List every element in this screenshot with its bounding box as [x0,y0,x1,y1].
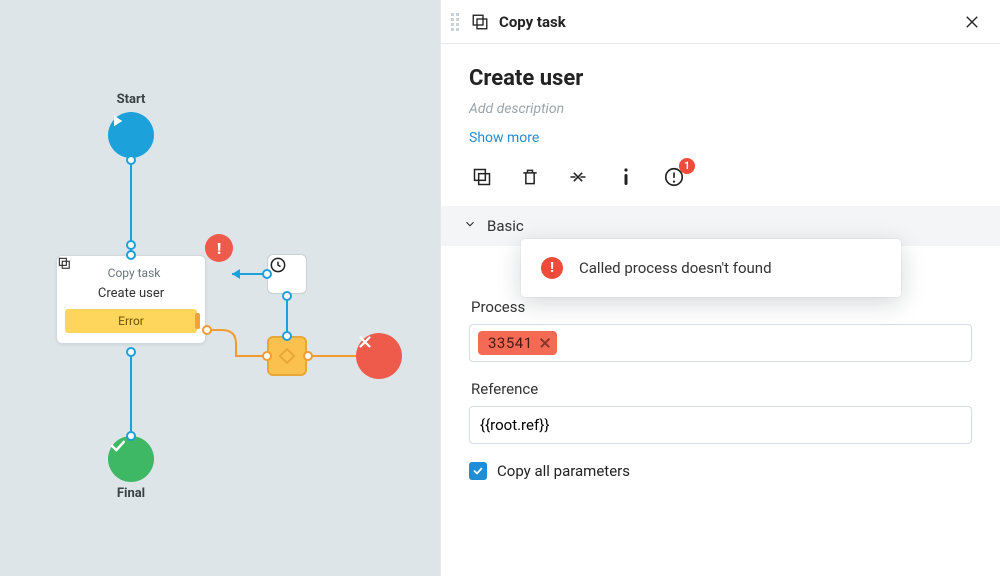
port[interactable] [282,291,292,301]
task-title: Create user [57,286,205,301]
port[interactable] [126,240,136,250]
error-icon: ! [541,257,563,279]
port[interactable] [126,155,136,165]
description-input[interactable]: Add description [469,101,972,117]
task-node-copy-task[interactable]: Copy task Create user Error [56,255,206,344]
port[interactable] [126,347,136,357]
error-port[interactable] [202,325,212,335]
error-end-node[interactable] [356,333,402,379]
error-tooltip-text: Called process doesn't found [579,259,772,277]
chip-remove-icon[interactable] [539,337,551,349]
reference-label: Reference [471,380,972,398]
port[interactable] [282,331,292,341]
workflow-canvas[interactable]: Start Copy task Create user Error ! Fina… [0,0,440,576]
condition-node[interactable] [267,336,307,376]
panel-toolbar: 1 [469,164,972,206]
drag-handle-icon[interactable] [449,13,461,31]
panel-header-title: Copy task [499,13,566,31]
process-chip-value: 33541 [488,334,533,352]
process-label: Process [471,298,972,316]
port[interactable] [126,250,136,260]
errors-button[interactable]: 1 [663,166,685,188]
details-panel: Copy task Create user Add description Sh… [440,0,1000,576]
alert-icon: ! [205,234,233,262]
error-tooltip: ! Called process doesn't found [521,239,901,297]
copy-task-icon [471,13,489,31]
delay-node[interactable] [267,254,307,294]
start-label: Start [117,92,146,107]
task-title: Create user [469,66,972,91]
error-count-badge: 1 [679,158,695,174]
reference-input[interactable] [478,415,963,435]
process-field[interactable]: 33541 [469,324,972,362]
port[interactable] [262,351,272,361]
reference-field[interactable] [469,406,972,444]
disconnect-button[interactable] [567,166,589,188]
port[interactable] [262,269,272,279]
copy-all-parameters-row[interactable]: Copy all parameters [469,462,972,480]
port[interactable] [126,431,136,441]
process-chip[interactable]: 33541 [478,331,557,355]
task-type-label: Copy task [108,266,161,280]
final-node[interactable] [108,436,154,482]
final-label: Final [117,486,145,501]
panel-header: Copy task [441,0,1000,44]
port[interactable] [303,351,313,361]
copy-all-checkbox[interactable] [469,462,487,480]
section-basic-label: Basic [487,217,524,235]
chevron-down-icon [463,217,477,235]
start-node[interactable] [108,112,154,158]
info-button[interactable] [615,166,637,188]
task-error-chip[interactable]: Error [65,309,197,333]
copy-all-label: Copy all parameters [497,462,630,480]
close-button[interactable] [958,8,986,36]
duplicate-button[interactable] [471,166,493,188]
show-more-link[interactable]: Show more [469,130,539,146]
delete-button[interactable] [519,166,541,188]
